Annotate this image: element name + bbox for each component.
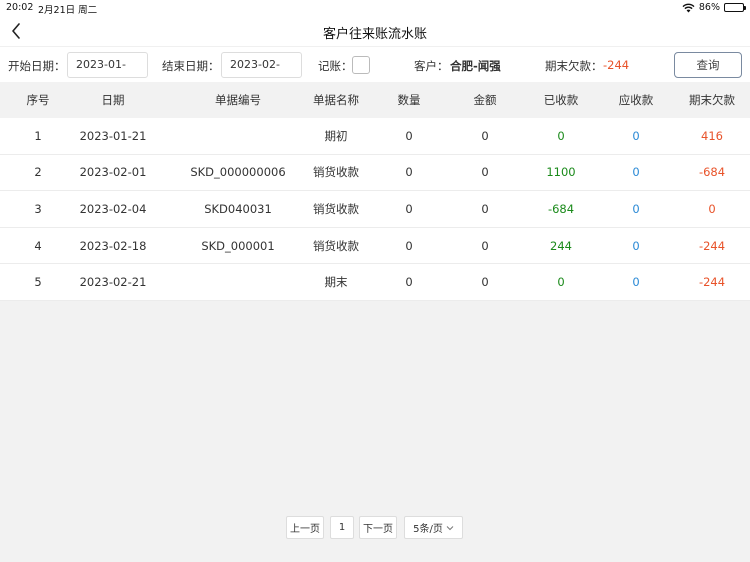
- table-body: 1 2023-01-21 期初 0 0 0 0 416 2 2023-02-01 SKD_00000…: [0, 118, 750, 301]
- cell-date: 2023-02-01: [79, 165, 147, 180]
- cell-seq: 5: [34, 275, 42, 290]
- cell-receivable: 0: [632, 165, 640, 180]
- customer-value: 合肥-闻强: [450, 59, 501, 73]
- cell-received: -684: [547, 201, 575, 216]
- cell-qty: 0: [405, 275, 413, 290]
- query-button[interactable]: 查询: [674, 52, 742, 78]
- prev-page-button[interactable]: 上一页: [286, 516, 324, 539]
- chevron-down-icon: [446, 525, 454, 530]
- header-seq: 序号: [26, 93, 50, 107]
- table-row[interactable]: 3 2023-02-04 SKD040031 销货收款 0 0 -684 0 0: [0, 191, 750, 228]
- cell-received: 0: [557, 128, 565, 143]
- page-size-label: 5条/页: [413, 524, 443, 535]
- cell-doc-name: 期初: [324, 128, 348, 143]
- cell-received: 244: [550, 238, 572, 253]
- page-number-button[interactable]: 1: [330, 516, 354, 539]
- cell-receivable: 0: [632, 238, 640, 253]
- status-time: 20:02: [6, 2, 34, 13]
- cell-end-debt: 416: [701, 128, 723, 143]
- cell-doc-no: SKD_000001: [201, 238, 275, 253]
- cell-seq: 4: [34, 238, 42, 253]
- cell-amount: 0: [481, 165, 489, 180]
- wifi-icon: [682, 3, 695, 12]
- end-date-input[interactable]: 2023-02-21: [221, 52, 302, 95]
- header-qty: 数量: [397, 93, 421, 107]
- start-date-input[interactable]: 2023-01-21: [67, 52, 148, 95]
- cell-seq: 3: [34, 201, 42, 216]
- status-date: 2月21日 周二: [38, 5, 98, 16]
- cell-doc-name: 销货收款: [313, 238, 359, 253]
- cell-date: 2023-01-21: [79, 128, 147, 143]
- cell-receivable: 0: [632, 201, 640, 216]
- cell-amount: 0: [481, 238, 489, 253]
- table-row[interactable]: 5 2023-02-21 期末 0 0 0 0 -244: [0, 264, 750, 301]
- nav-bar: 客户往来账流水账: [0, 16, 750, 46]
- table-row[interactable]: 4 2023-02-18 SKD_000001 销货收款 0 0 244 0 -244: [0, 227, 750, 265]
- battery-percent: 86%: [698, 2, 720, 13]
- status-right: 86%: [682, 2, 746, 13]
- start-date-label: 开始日期：: [8, 59, 66, 73]
- header-end-debt: 期末欠款: [689, 93, 735, 107]
- table-row[interactable]: 1 2023-01-21 期初 0 0 0 0 416: [0, 118, 750, 155]
- table-row[interactable]: 2 2023-02-01 SKD_000000006 销货收款 0 0 1100 0 -684: [0, 154, 750, 192]
- cell-qty: 0: [405, 165, 413, 180]
- filter-bar: 开始日期： 2023-01-21 结束日期： 2023-02-21 记账： 客户…: [0, 46, 750, 95]
- cell-received: 1100: [546, 165, 576, 180]
- cell-receivable: 0: [632, 275, 640, 290]
- cell-date: 2023-02-04: [79, 201, 147, 216]
- end-debt-label: 期末欠款：: [545, 59, 603, 73]
- cell-qty: 0: [405, 201, 413, 216]
- cell-end-debt: -684: [698, 165, 726, 180]
- header-date: 日期: [101, 93, 125, 107]
- battery-icon: [724, 3, 746, 12]
- cell-qty: 0: [405, 238, 413, 253]
- header-receivable: 应收款: [618, 93, 654, 107]
- end-date-label: 结束日期：: [162, 59, 220, 73]
- cell-doc-no: SKD040031: [204, 201, 272, 216]
- cell-doc-name: 销货收款: [313, 201, 359, 216]
- cell-date: 2023-02-21: [79, 275, 147, 290]
- cell-qty: 0: [405, 128, 413, 143]
- customer-label: 客户：: [414, 59, 449, 73]
- header-doc-no: 单据编号: [215, 93, 261, 107]
- cell-doc-no: [168, 264, 308, 300]
- cell-doc-name: 销货收款: [313, 165, 359, 180]
- cell-receivable: 0: [632, 128, 640, 143]
- cell-seq: 1: [34, 128, 42, 143]
- header-doc-name: 单据名称: [313, 93, 359, 107]
- cell-doc-no: SKD_000000006: [190, 165, 286, 180]
- cell-received: 0: [557, 275, 565, 290]
- ledger-table: 序号 日期 单据编号 单据名称 数量 金额 已收款 应收款 期末欠款 1 2023-01-21 期初…: [0, 82, 750, 301]
- cell-date: 2023-02-18: [79, 238, 147, 253]
- cell-amount: 0: [481, 128, 489, 143]
- status-bar: 20:02 2月21日 周二 86%: [0, 0, 750, 16]
- cell-end-debt: -244: [698, 238, 726, 253]
- header-amount: 金额: [473, 93, 497, 107]
- end-debt-value: -244: [603, 58, 630, 72]
- cell-end-debt: 0: [708, 201, 716, 216]
- header-received: 已收款: [543, 93, 579, 107]
- page-title: 客户往来账流水账: [322, 27, 427, 42]
- cell-doc-name: 期末: [324, 275, 348, 290]
- post-checkbox[interactable]: [352, 56, 370, 74]
- cell-doc-no: [168, 118, 308, 154]
- cell-end-debt: -244: [698, 275, 726, 290]
- next-page-button[interactable]: 下一页: [359, 516, 397, 539]
- cell-seq: 2: [34, 165, 42, 180]
- post-label: 记账：: [318, 59, 353, 73]
- cell-amount: 0: [481, 201, 489, 216]
- page-size-select[interactable]: 5条/页: [404, 516, 463, 539]
- cell-amount: 0: [481, 275, 489, 290]
- table-header: 序号 日期 单据编号 单据名称 数量 金额 已收款 应收款 期末欠款: [0, 82, 750, 118]
